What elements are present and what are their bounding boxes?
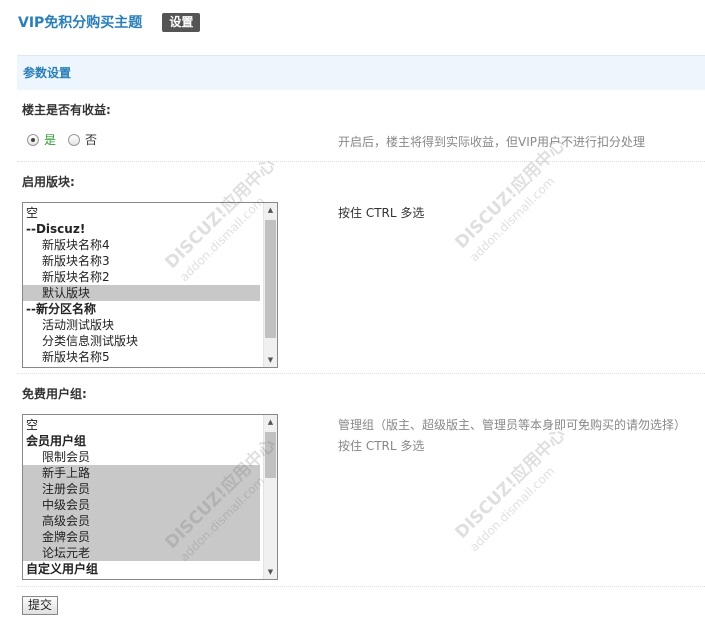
scroll-up-icon[interactable]: ▲ xyxy=(264,415,277,429)
forums-listbox[interactable]: 空 --Discuz! 新版块名称4 新版块名称3 新版块名称2 默认版块 --新分区名称活… xyxy=(22,202,278,368)
settings-tab-button[interactable]: 设置 xyxy=(162,12,201,32)
free-groups-option[interactable]: 中级会员 xyxy=(23,497,260,513)
watermark-brand: DISCUZ!应用中心 xyxy=(451,424,570,543)
forums-label: 启用版块: xyxy=(22,175,75,189)
forums-scroll-thumb[interactable] xyxy=(265,220,276,338)
free-groups-option[interactable]: 金牌会员 xyxy=(23,529,260,545)
free-groups-label: 免费用户组: xyxy=(22,387,87,401)
earnings-label: 楼主是否有收益: xyxy=(22,103,111,117)
forums-option[interactable]: --新分区名称 xyxy=(23,301,260,317)
forums-option[interactable]: 新版块名称5 xyxy=(23,349,260,365)
watermark-domain: addon.dismall.com xyxy=(467,174,557,264)
watermark-domain: addon.dismall.com xyxy=(467,464,557,554)
free-groups-option[interactable]: 自定义用户组 xyxy=(23,561,260,577)
radio-unchecked-icon[interactable] xyxy=(68,133,81,146)
row-divider xyxy=(17,586,705,587)
forums-option[interactable]: 默认版块 xyxy=(23,285,260,301)
forums-option[interactable]: 新版块名称3 xyxy=(23,253,260,269)
free-groups-option[interactable]: 会员用户组 xyxy=(23,433,260,449)
radio-no-label: 否 xyxy=(85,133,98,147)
free-groups-scroll-thumb[interactable] xyxy=(265,432,276,478)
forums-option[interactable]: 分类信息测试版块 xyxy=(23,333,260,349)
free-groups-scrollbar[interactable]: ▲ ▼ xyxy=(263,415,277,579)
scroll-down-icon[interactable]: ▼ xyxy=(264,565,277,579)
watermark-logo: DISCUZ!应用中心 addon.dismall.com xyxy=(451,134,570,264)
free-groups-option[interactable]: 限制会员 xyxy=(23,449,260,465)
earnings-radio-group: 是 否 xyxy=(27,131,109,148)
earnings-hint: 开启后，楼主将得到实际收益，但VIP用户不进行扣分处理 xyxy=(338,135,645,149)
radio-checked-icon[interactable] xyxy=(27,133,39,146)
forums-option[interactable]: 新版块名称4 xyxy=(23,237,260,253)
row-divider xyxy=(17,373,705,374)
radio-no[interactable]: 否 xyxy=(68,131,97,148)
free-groups-option[interactable]: 注册会员 xyxy=(23,481,260,497)
radio-yes[interactable]: 是 xyxy=(27,131,56,148)
free-groups-options: 空会员用户组 限制会员 新手上路 注册会员 中级会员 高级会员 金牌会员 论坛元老 自定义用户组 xyxy=(23,415,263,579)
free-groups-hint-line2: 按住 CTRL 多选 xyxy=(338,439,425,453)
section-header: 参数设置 xyxy=(17,55,705,90)
submit-button[interactable]: 提交 xyxy=(22,596,58,615)
free-groups-option[interactable]: 新手上路 xyxy=(23,465,260,481)
watermark-logo: DISCUZ!应用中心 addon.dismall.com xyxy=(451,424,570,554)
forums-hint: 按住 CTRL 多选 xyxy=(338,206,425,220)
row-divider xyxy=(17,161,705,162)
free-groups-listbox[interactable]: 空会员用户组 限制会员 新手上路 注册会员 中级会员 高级会员 金牌会员 论坛元老 自定义用户组… xyxy=(22,414,278,580)
title-row: VIP免积分购买主题 设置 xyxy=(18,11,201,33)
forums-option[interactable]: 活动测试版块 xyxy=(23,317,260,333)
forums-options: 空 --Discuz! 新版块名称4 新版块名称3 新版块名称2 默认版块 --新分区名称活… xyxy=(23,203,263,367)
radio-yes-label: 是 xyxy=(44,133,57,147)
free-groups-option[interactable]: 高级会员 xyxy=(23,513,260,529)
forums-option[interactable]: 空 xyxy=(23,205,260,221)
page-title: VIP免积分购买主题 xyxy=(18,15,143,31)
scroll-up-icon[interactable]: ▲ xyxy=(264,203,277,217)
free-groups-hint-line1: 管理组（版主、超级版主、管理员等本身即可免购买的请勿选择） xyxy=(338,418,687,432)
forums-option[interactable]: 新版块名称2 xyxy=(23,269,260,285)
forums-option[interactable]: --Discuz! xyxy=(23,221,260,237)
scroll-down-icon[interactable]: ▼ xyxy=(264,353,277,367)
free-groups-option[interactable]: 论坛元老 xyxy=(23,545,260,561)
free-groups-option[interactable]: 空 xyxy=(23,417,260,433)
forums-scrollbar[interactable]: ▲ ▼ xyxy=(263,203,277,367)
